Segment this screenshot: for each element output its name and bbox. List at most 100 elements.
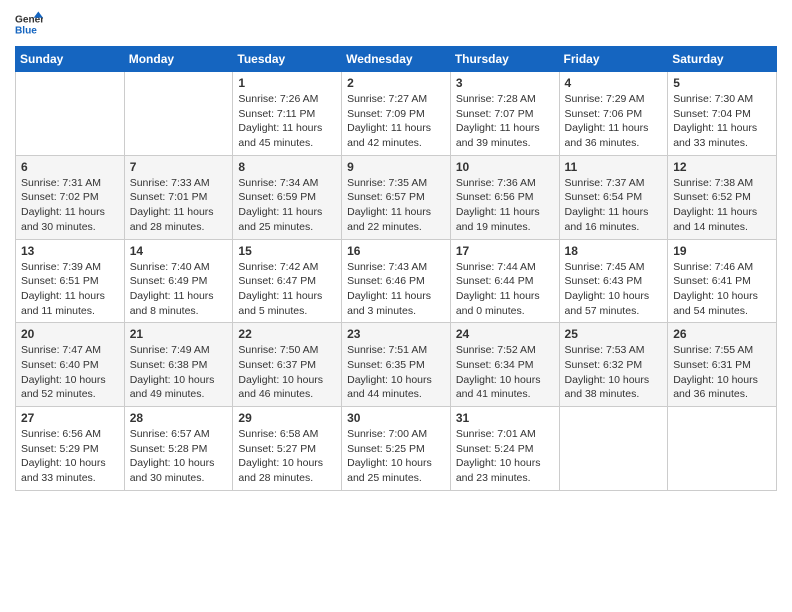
day-info: Sunrise: 7:35 AMSunset: 6:57 PMDaylight:…: [347, 176, 445, 235]
day-info: Sunrise: 7:49 AMSunset: 6:38 PMDaylight:…: [130, 343, 228, 402]
calendar-cell: 9Sunrise: 7:35 AMSunset: 6:57 PMDaylight…: [342, 155, 451, 239]
calendar-week-3: 13 Sunrise: 7:39 AMSunset: 6:51 PMDayligh…: [16, 239, 777, 323]
day-info: Sunrise: 7:33 AMSunset: 7:01 PMDaylight:…: [130, 176, 228, 235]
day-number: 1: [238, 76, 336, 90]
calendar-cell: 20 Sunrise: 7:47 AMSunset: 6:40 PMDayligh…: [16, 323, 125, 407]
calendar-cell: 19 Sunrise: 7:46 AMSunset: 6:41 PMDayligh…: [668, 239, 777, 323]
day-info: Sunrise: 7:46 AMSunset: 6:41 PMDaylight:…: [673, 260, 771, 319]
day-info: Sunrise: 7:51 AMSunset: 6:35 PMDaylight:…: [347, 343, 445, 402]
day-number: 3: [456, 76, 554, 90]
calendar-cell: 6Sunrise: 7:31 AMSunset: 7:02 PMDaylight…: [16, 155, 125, 239]
day-number: 22: [238, 327, 336, 341]
day-info: Sunrise: 7:37 AMSunset: 6:54 PMDaylight:…: [565, 176, 663, 235]
calendar-cell: [559, 407, 668, 491]
day-number: 30: [347, 411, 445, 425]
day-number: 4: [565, 76, 663, 90]
svg-text:Blue: Blue: [15, 25, 37, 36]
day-number: 2: [347, 76, 445, 90]
calendar-header-friday: Friday: [559, 47, 668, 72]
calendar-week-1: 1 Sunrise: 7:26 AMSunset: 7:11 PMDaylight…: [16, 72, 777, 156]
day-info: Sunrise: 7:52 AMSunset: 6:34 PMDaylight:…: [456, 343, 554, 402]
day-number: 13: [21, 244, 119, 258]
day-info: Sunrise: 7:39 AMSunset: 6:51 PMDaylight:…: [21, 260, 119, 319]
calendar-cell: 21 Sunrise: 7:49 AMSunset: 6:38 PMDayligh…: [124, 323, 233, 407]
calendar-header-wednesday: Wednesday: [342, 47, 451, 72]
calendar-header-monday: Monday: [124, 47, 233, 72]
calendar-cell: 16 Sunrise: 7:43 AMSunset: 6:46 PMDayligh…: [342, 239, 451, 323]
day-info: Sunrise: 7:27 AMSunset: 7:09 PMDaylight:…: [347, 92, 445, 151]
day-number: 15: [238, 244, 336, 258]
logo-icon: General Blue: [15, 10, 43, 38]
day-info: Sunrise: 7:50 AMSunset: 6:37 PMDaylight:…: [238, 343, 336, 402]
day-number: 16: [347, 244, 445, 258]
day-info: Sunrise: 7:45 AMSunset: 6:43 PMDaylight:…: [565, 260, 663, 319]
calendar-cell: 4 Sunrise: 7:29 AMSunset: 7:06 PMDaylight…: [559, 72, 668, 156]
day-info: Sunrise: 6:56 AMSunset: 5:29 PMDaylight:…: [21, 427, 119, 486]
day-info: Sunrise: 7:43 AMSunset: 6:46 PMDaylight:…: [347, 260, 445, 319]
day-info: Sunrise: 7:55 AMSunset: 6:31 PMDaylight:…: [673, 343, 771, 402]
calendar-cell: 11Sunrise: 7:37 AMSunset: 6:54 PMDayligh…: [559, 155, 668, 239]
logo: General Blue: [15, 10, 43, 38]
day-number: 10: [456, 160, 554, 174]
day-info: Sunrise: 7:42 AMSunset: 6:47 PMDaylight:…: [238, 260, 336, 319]
day-number: 17: [456, 244, 554, 258]
day-number: 20: [21, 327, 119, 341]
calendar-cell: 31 Sunrise: 7:01 AMSunset: 5:24 PMDayligh…: [450, 407, 559, 491]
calendar-header-tuesday: Tuesday: [233, 47, 342, 72]
calendar-cell: 13 Sunrise: 7:39 AMSunset: 6:51 PMDayligh…: [16, 239, 125, 323]
calendar-cell: 1 Sunrise: 7:26 AMSunset: 7:11 PMDaylight…: [233, 72, 342, 156]
day-number: 26: [673, 327, 771, 341]
day-number: 7: [130, 160, 228, 174]
day-info: Sunrise: 6:58 AMSunset: 5:27 PMDaylight:…: [238, 427, 336, 486]
day-number: 28: [130, 411, 228, 425]
day-number: 8: [238, 160, 336, 174]
day-info: Sunrise: 7:36 AMSunset: 6:56 PMDaylight:…: [456, 176, 554, 235]
calendar-week-5: 27Sunrise: 6:56 AMSunset: 5:29 PMDayligh…: [16, 407, 777, 491]
day-number: 19: [673, 244, 771, 258]
day-number: 24: [456, 327, 554, 341]
calendar-cell: 29 Sunrise: 6:58 AMSunset: 5:27 PMDayligh…: [233, 407, 342, 491]
calendar-header-thursday: Thursday: [450, 47, 559, 72]
calendar-cell: 17Sunrise: 7:44 AMSunset: 6:44 PMDayligh…: [450, 239, 559, 323]
day-number: 14: [130, 244, 228, 258]
calendar-week-4: 20 Sunrise: 7:47 AMSunset: 6:40 PMDayligh…: [16, 323, 777, 407]
day-info: Sunrise: 7:26 AMSunset: 7:11 PMDaylight:…: [238, 92, 336, 151]
calendar-cell: 5Sunrise: 7:30 AMSunset: 7:04 PMDaylight…: [668, 72, 777, 156]
day-info: Sunrise: 7:47 AMSunset: 6:40 PMDaylight:…: [21, 343, 119, 402]
header: General Blue: [15, 10, 777, 38]
day-info: Sunrise: 7:30 AMSunset: 7:04 PMDaylight:…: [673, 92, 771, 151]
day-number: 6: [21, 160, 119, 174]
day-info: Sunrise: 7:38 AMSunset: 6:52 PMDaylight:…: [673, 176, 771, 235]
calendar-cell: 12Sunrise: 7:38 AMSunset: 6:52 PMDayligh…: [668, 155, 777, 239]
day-info: Sunrise: 6:57 AMSunset: 5:28 PMDaylight:…: [130, 427, 228, 486]
day-number: 31: [456, 411, 554, 425]
calendar-cell: 28 Sunrise: 6:57 AMSunset: 5:28 PMDayligh…: [124, 407, 233, 491]
calendar-cell: 14 Sunrise: 7:40 AMSunset: 6:49 PMDayligh…: [124, 239, 233, 323]
calendar-cell: 30 Sunrise: 7:00 AMSunset: 5:25 PMDayligh…: [342, 407, 451, 491]
calendar-header-saturday: Saturday: [668, 47, 777, 72]
calendar-cell: 26 Sunrise: 7:55 AMSunset: 6:31 PMDayligh…: [668, 323, 777, 407]
day-info: Sunrise: 7:00 AMSunset: 5:25 PMDaylight:…: [347, 427, 445, 486]
day-number: 21: [130, 327, 228, 341]
calendar-cell: 22 Sunrise: 7:50 AMSunset: 6:37 PMDayligh…: [233, 323, 342, 407]
calendar-cell: 27Sunrise: 6:56 AMSunset: 5:29 PMDayligh…: [16, 407, 125, 491]
day-info: Sunrise: 7:34 AMSunset: 6:59 PMDaylight:…: [238, 176, 336, 235]
day-info: Sunrise: 7:01 AMSunset: 5:24 PMDaylight:…: [456, 427, 554, 486]
day-number: 25: [565, 327, 663, 341]
calendar-cell: [668, 407, 777, 491]
day-info: Sunrise: 7:40 AMSunset: 6:49 PMDaylight:…: [130, 260, 228, 319]
calendar-cell: [16, 72, 125, 156]
day-info: Sunrise: 7:29 AMSunset: 7:06 PMDaylight:…: [565, 92, 663, 151]
calendar-cell: 7 Sunrise: 7:33 AMSunset: 7:01 PMDaylight…: [124, 155, 233, 239]
calendar-cell: 2 Sunrise: 7:27 AMSunset: 7:09 PMDaylight…: [342, 72, 451, 156]
day-info: Sunrise: 7:53 AMSunset: 6:32 PMDaylight:…: [565, 343, 663, 402]
calendar-cell: 15 Sunrise: 7:42 AMSunset: 6:47 PMDayligh…: [233, 239, 342, 323]
calendar-cell: 8 Sunrise: 7:34 AMSunset: 6:59 PMDaylight…: [233, 155, 342, 239]
calendar-cell: 10 Sunrise: 7:36 AMSunset: 6:56 PMDayligh…: [450, 155, 559, 239]
day-info: Sunrise: 7:28 AMSunset: 7:07 PMDaylight:…: [456, 92, 554, 151]
day-number: 23: [347, 327, 445, 341]
page-container: General Blue SundayMondayTuesdayWednesda…: [0, 0, 792, 501]
calendar-header-row: SundayMondayTuesdayWednesdayThursdayFrid…: [16, 47, 777, 72]
day-number: 29: [238, 411, 336, 425]
calendar-cell: 3 Sunrise: 7:28 AMSunset: 7:07 PMDaylight…: [450, 72, 559, 156]
